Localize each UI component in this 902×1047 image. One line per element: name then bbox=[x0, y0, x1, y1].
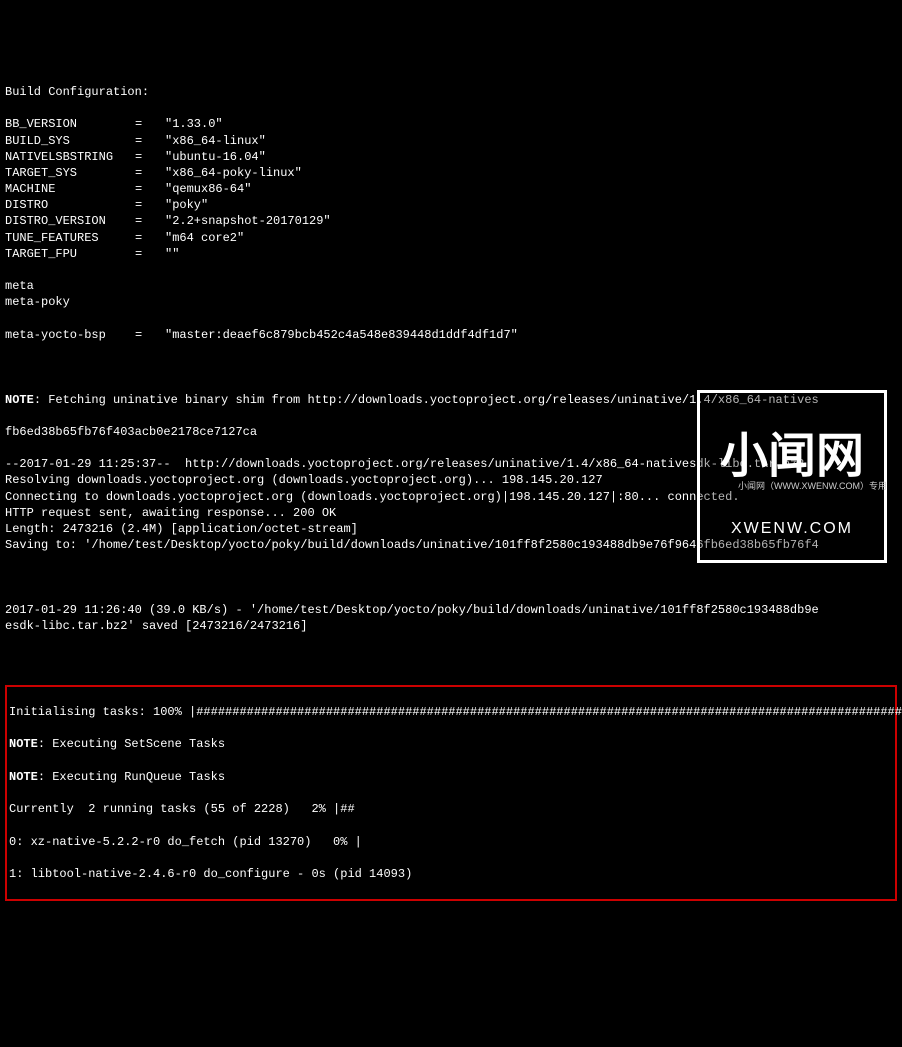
runqueue-note: NOTE: Executing RunQueue Tasks bbox=[9, 769, 893, 785]
meta-line: meta-poky bbox=[5, 294, 897, 310]
config-row: BB_VERSION= "1.33.0" bbox=[5, 116, 897, 132]
config-value: "ubuntu-16.04" bbox=[165, 149, 266, 165]
saved-line: 2017-01-29 11:26:40 (39.0 KB/s) - '/home… bbox=[5, 602, 897, 618]
config-value: "poky" bbox=[165, 197, 208, 213]
tasks-progress-box: Initialising tasks: 100% |##############… bbox=[5, 685, 897, 901]
config-key: DISTRO_VERSION bbox=[5, 213, 135, 229]
config-value: "qemux86-64" bbox=[165, 181, 251, 197]
config-key: BUILD_SYS bbox=[5, 133, 135, 149]
task-1: 1: libtool-native-2.4.6-r0 do_configure … bbox=[9, 866, 893, 882]
build-config-header: Build Configuration: bbox=[5, 84, 897, 100]
watermark-english: XWENW.COM bbox=[720, 518, 864, 540]
watermark-chinese: 小闻网 bbox=[720, 433, 864, 481]
config-row: TARGET_FPU= "" bbox=[5, 246, 897, 262]
config-key: TARGET_FPU bbox=[5, 246, 135, 262]
config-value: "2.2+snapshot-20170129" bbox=[165, 213, 331, 229]
config-row: DISTRO= "poky" bbox=[5, 197, 897, 213]
meta-yocto-row: meta-yocto-bsp= "master:deaef6c879bcb452… bbox=[5, 327, 897, 343]
config-value: "1.33.0" bbox=[165, 116, 223, 132]
config-key: BB_VERSION bbox=[5, 116, 135, 132]
config-value: "" bbox=[165, 246, 179, 262]
config-value: "x86_64-poky-linux" bbox=[165, 165, 302, 181]
config-key: TUNE_FEATURES bbox=[5, 230, 135, 246]
current-tasks: Currently 2 running tasks (55 of 2228) 2… bbox=[9, 801, 893, 817]
init-tasks-progress: Initialising tasks: 100% |##############… bbox=[9, 704, 893, 720]
config-row: NATIVELSBSTRING= "ubuntu-16.04" bbox=[5, 149, 897, 165]
config-row: MACHINE= "qemux86-64" bbox=[5, 181, 897, 197]
config-row: DISTRO_VERSION= "2.2+snapshot-20170129" bbox=[5, 213, 897, 229]
config-key: TARGET_SYS bbox=[5, 165, 135, 181]
config-value: "m64 core2" bbox=[165, 230, 244, 246]
config-row: TUNE_FEATURES= "m64 core2" bbox=[5, 230, 897, 246]
config-row: BUILD_SYS= "x86_64-linux" bbox=[5, 133, 897, 149]
setscene-note: NOTE: Executing SetScene Tasks bbox=[9, 736, 893, 752]
config-row: TARGET_SYS= "x86_64-poky-linux" bbox=[5, 165, 897, 181]
task-0: 0: xz-native-5.2.2-r0 do_fetch (pid 1327… bbox=[9, 834, 893, 850]
config-value: "x86_64-linux" bbox=[165, 133, 266, 149]
config-key: MACHINE bbox=[5, 181, 135, 197]
config-key: DISTRO bbox=[5, 197, 135, 213]
meta-line: meta bbox=[5, 278, 897, 294]
watermark-box: 小闻网 XWENW.COM bbox=[697, 390, 887, 563]
config-key: NATIVELSBSTRING bbox=[5, 149, 135, 165]
saved-line: esdk-libc.tar.bz2' saved [2473216/247321… bbox=[5, 618, 897, 634]
watermark-subtitle: 小闻网（WWW.XWENW.COM）专用 bbox=[738, 480, 887, 492]
